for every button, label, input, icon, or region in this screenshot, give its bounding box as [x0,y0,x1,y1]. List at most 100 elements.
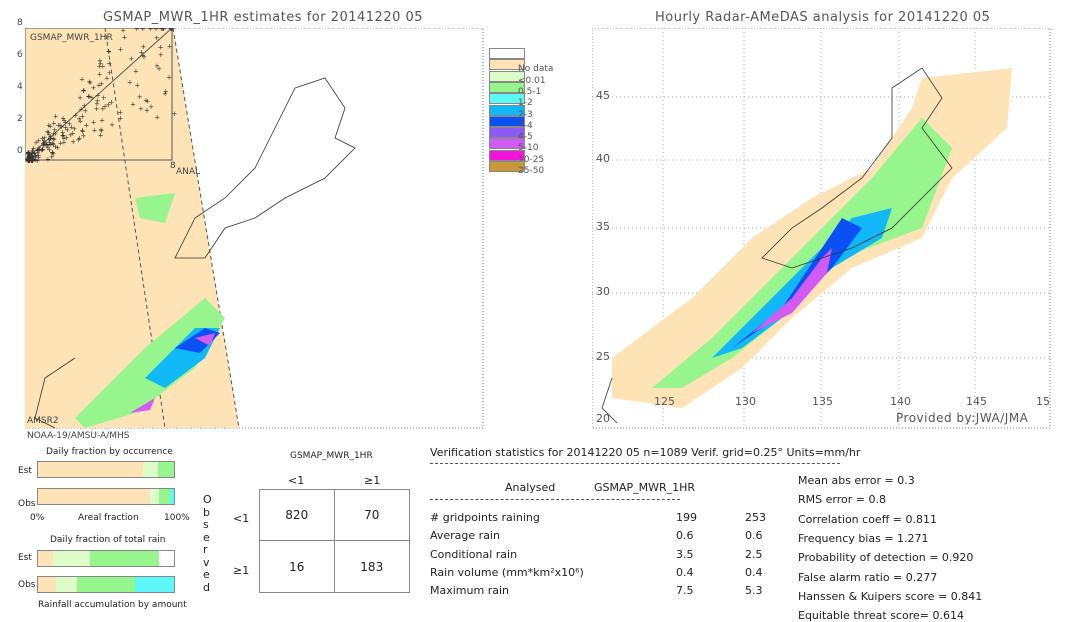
score: Mean abs error = 0.3 [798,474,915,487]
scatter-point: + [49,148,55,156]
stat-analysed: 7.5 [676,584,694,598]
bar-segment [157,462,174,477]
bar-segment [38,577,56,592]
right-map-title: Hourly Radar-AMeDAS analysis for 2014122… [655,10,991,25]
stat-label: Maximum rain [430,584,509,598]
divider [430,499,680,500]
right-map [592,28,1051,429]
scatter-point: + [148,103,154,111]
bar-segment [159,489,170,504]
scatter-point: + [100,63,106,71]
inset-label: GSMAP_MWR_1HR [30,33,113,43]
scatter-point: + [154,34,160,42]
stat-label: Conditional rain [430,547,518,561]
scatter-point: + [138,48,144,56]
scatter-point: + [86,93,92,101]
bar-segment [38,489,150,504]
scatter-point: + [100,105,106,113]
lon-tick: 135 [812,395,833,408]
scatter-point: + [104,75,110,83]
bar-segment [134,577,174,592]
stats-header: Verification statistics for 20141220 05 … [430,446,861,459]
legend-swatch [489,48,525,59]
col-analysed: Analysed [505,481,556,494]
scatter-point: + [137,93,143,101]
inset-y-tick: 8 [17,18,23,28]
scatter-point: + [158,51,164,59]
col-est: GSMAP_MWR_1HR [594,481,696,494]
scatter-point: + [79,75,85,83]
contingency-title: GSMAP_MWR_1HR [290,451,373,461]
score: Equitable threat score= 0.614 [798,609,964,622]
occurrence-obs-bar [37,488,175,505]
scatter-point: + [105,101,111,109]
scatter-point: + [47,123,53,131]
scatter-point: + [154,113,160,121]
lat-tick: 35 [596,220,610,233]
cell: 70 [334,490,409,541]
lat-tick: 30 [596,285,610,298]
stat-est: 2.5 [745,547,763,561]
stat-est: 0.4 [745,565,763,579]
score: RMS error = 0.8 [798,493,886,507]
cell: 16 [260,541,335,592]
scatter-point: + [130,101,136,109]
scatter-point: + [98,126,104,134]
stat-analysed: 199 [676,511,697,524]
stat-est: 5.3 [745,584,763,598]
row-header: ≥1 [233,564,250,577]
stat-analysed: 3.5 [676,547,694,561]
scatter-point: + [80,127,86,135]
lon-tick: 145 [966,395,987,408]
stat-label: # gridpoints raining [430,511,540,524]
bar-segment [38,551,53,566]
lat-tick: 20 [596,412,610,425]
scatter-point: + [128,55,134,63]
scatter-point: + [53,112,59,120]
bar-segment [52,551,90,566]
inset-y-tick: 6 [17,50,23,60]
scatter-point: + [97,71,103,79]
legend-label: 25-50 [518,166,545,176]
scatter-point: + [70,129,76,137]
credit: Provided by:JWA/JMA [896,411,1029,425]
scatter-point: + [117,46,123,54]
scatter-point: + [143,96,149,104]
lon-tick: 125 [654,395,675,408]
stat-label: Average rain [430,529,500,543]
scatter-point: + [91,118,97,126]
scatter-point: + [63,124,69,132]
inset-y-tick: 2 [17,114,23,124]
cell: 183 [360,559,384,574]
sensor-label: AMSR2 [27,416,59,426]
bar-segment [142,462,158,477]
scatter-point: + [99,80,105,88]
scatter-point: + [133,68,139,76]
lat-tick: 25 [596,350,610,363]
scatter-point: + [77,94,83,102]
lat-tick: 40 [596,152,610,165]
scatter-point: + [117,109,123,117]
scatter-point: + [82,107,88,115]
axis-left: 0% [30,513,45,523]
scatter-point: + [167,42,173,50]
bar-segment [89,551,160,566]
scatter-point: + [87,79,93,87]
scatter-point: + [134,81,140,89]
scatter-point: + [106,59,112,67]
scatter-point: + [76,115,82,123]
cell: 820 [260,490,335,541]
scatter-point: + [40,139,46,147]
scatter-point: + [57,121,63,129]
bar-segment [149,489,160,504]
scatter-point: + [161,28,167,33]
occurrence-title: Daily fraction by occurrence [46,447,173,457]
scatter-point: + [171,110,177,118]
scatter-point: + [91,126,97,134]
score: Hanssen & Kuipers score = 0.841 [798,589,983,603]
contingency-table: 820 70 16 183 [259,489,410,593]
stat-est: 253 [745,511,766,524]
col-header: <1 [288,474,305,487]
scatter-point: + [106,48,112,56]
scatter-point: + [81,86,87,94]
